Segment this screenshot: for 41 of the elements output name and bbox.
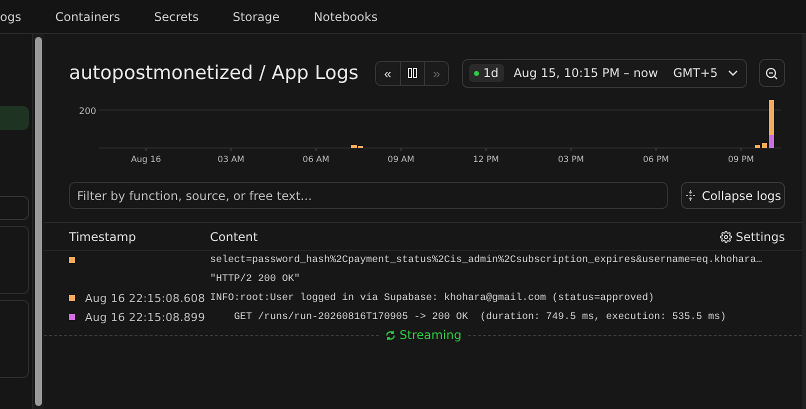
filter-field[interactable]: Filter by function, source, or free text...	[69, 182, 668, 209]
tick-label: 09 PM	[728, 155, 754, 165]
axis-label: 200	[79, 107, 96, 117]
chevron-down-icon	[728, 70, 738, 76]
range-text: Aug 15, 10:15 PM – now	[514, 66, 658, 80]
scrollbar[interactable]	[33, 34, 44, 409]
tick-label: 12 PM	[473, 155, 499, 165]
nav-tab[interactable]: Notebooks	[314, 10, 378, 24]
tick-label: 03 PM	[558, 155, 584, 165]
log-line: "HTTP/2 200 OK"	[210, 272, 302, 287]
log-line: INFO:root:User logged in via Supabase: khohara@gmail.com (status=approved)	[210, 292, 654, 306]
time-range-picker[interactable]: 1d Aug 15, 10:15 PM – now GMT+5	[462, 58, 747, 88]
nav-tab[interactable]: Containers	[55, 10, 120, 24]
page-title: autopostmonetized / App Logs	[69, 62, 359, 84]
collapse-logs-button[interactable]: Collapse logs	[681, 182, 785, 209]
log-line: select=password_hash%2Cpayment_status%2Cis_admin%2Csubscription_expires&username=eq.khohara…	[210, 254, 762, 268]
tick-label: 06 AM	[302, 155, 330, 165]
pause-button[interactable]	[400, 62, 424, 84]
tick-label: 09 AM	[388, 155, 414, 165]
nav-tab[interactable]: ogs	[0, 10, 22, 24]
zoom-out-icon	[765, 66, 778, 80]
streaming-indicator: Streaming	[384, 328, 462, 342]
collapse-icon	[684, 190, 696, 201]
column-header: Timestamp	[69, 230, 137, 244]
log-line: GET /runs/run-20260816T170905 -> 200 OK (duration: 749.5 ms, execution: 535.5 ms)	[233, 310, 726, 325]
nav-tab[interactable]: Secrets	[154, 10, 199, 24]
refresh-icon	[384, 330, 396, 340]
tick-label: 03 AM	[218, 155, 244, 165]
rewind-button[interactable]: «	[376, 62, 400, 84]
settings-button[interactable]: Settings	[720, 230, 785, 244]
pause-icon	[408, 68, 417, 78]
settings-icon	[720, 230, 732, 242]
nav-tab[interactable]: Storage	[232, 10, 280, 24]
timestamp: Aug 16 22:15:08.899	[85, 311, 206, 324]
timestamp: Aug 16 22:15:08.608	[85, 292, 206, 305]
zoom-out-button[interactable]	[758, 59, 785, 87]
column-header: Content	[210, 230, 258, 244]
timezone-label: GMT+5	[673, 66, 718, 80]
tick-label: 06 PM	[643, 155, 669, 165]
range-badge: 1d	[469, 64, 504, 82]
tick-label: Aug 16	[130, 155, 162, 165]
